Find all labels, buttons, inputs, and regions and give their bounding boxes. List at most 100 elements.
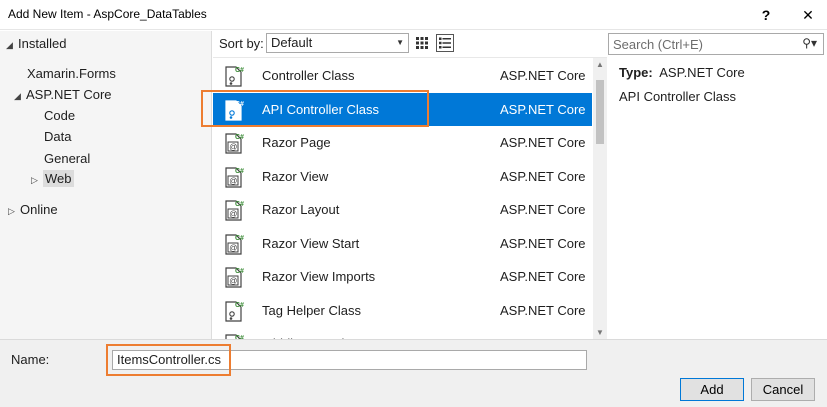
razor-file-icon: C# @ [224, 131, 244, 155]
list-view-icon [439, 37, 451, 49]
cancel-button[interactable]: Cancel [751, 378, 815, 401]
tree-node-label: Code [44, 108, 76, 123]
tree-node-label: Web [43, 170, 74, 187]
template-row[interactable]: C# API Controller Class ASP.NET Core [213, 92, 592, 126]
template-name: Razor View [262, 168, 329, 184]
tree-node-label: General [44, 151, 91, 166]
template-category: ASP.NET Core [500, 269, 586, 284]
grid-view-button[interactable] [413, 34, 431, 52]
template-name: API Controller Class [262, 101, 380, 117]
tree-node-installed[interactable]: ◢ Installed [6, 36, 66, 51]
close-button[interactable]: ✕ [790, 2, 826, 28]
svg-text:@: @ [229, 210, 237, 219]
tree-node-general[interactable]: General [44, 151, 90, 166]
template-category: ASP.NET Core [500, 68, 586, 83]
search-box[interactable]: Search (Ctrl+E) ⚲▾ [608, 33, 824, 55]
add-button[interactable]: Add [680, 378, 744, 401]
template-row[interactable]: C# @ Razor Layout ASP.NET Core [213, 193, 592, 226]
template-category: ASP.NET Core [500, 235, 586, 251]
svg-text:@: @ [229, 176, 237, 185]
tree-node-web[interactable]: ▷ Web [31, 170, 74, 187]
name-label: Name: [11, 352, 50, 367]
expanded-arrow-icon: ◢ [6, 40, 13, 50]
tree-node-label: Online [20, 202, 58, 217]
name-field-value: ItemsController.cs [117, 352, 222, 367]
template-category: ASP.NET Core [500, 101, 586, 117]
template-category: ASP.NET Core [500, 168, 586, 184]
search-icon: ⚲▾ [802, 36, 817, 50]
scrollbar-thumb[interactable] [596, 80, 604, 144]
expanded-arrow-icon: ◢ [14, 91, 21, 101]
window-title: Add New Item - AspCore_DataTables [8, 7, 207, 21]
search-placeholder: Search (Ctrl+E) [613, 37, 703, 52]
template-row[interactable]: C# @ Razor View Imports ASP.NET Core [213, 260, 592, 293]
template-name: Razor Layout [262, 202, 340, 217]
collapsed-arrow-icon: ▷ [8, 206, 15, 216]
grid-view-icon [416, 37, 428, 49]
svg-text:C#: C# [235, 201, 244, 208]
template-category: ASP.NET Core [500, 135, 586, 150]
razor-file-icon: C# @ [224, 265, 244, 289]
help-button[interactable]: ? [748, 2, 784, 28]
csharp-class-icon: C# [224, 332, 244, 339]
tree-node-data[interactable]: Data [44, 129, 71, 144]
template-row[interactable]: C# @ Razor View Start ASP.NET Core [213, 227, 592, 260]
svg-text:@: @ [229, 277, 237, 286]
razor-file-icon: C# @ [224, 198, 244, 222]
title-bar: Add New Item - AspCore_DataTables ? ✕ [0, 0, 827, 30]
tree-node-xamarin-forms[interactable]: Xamarin.Forms [27, 66, 116, 81]
tree-node-aspnet-core[interactable]: ◢ ASP.NET Core [14, 87, 112, 102]
svg-text:C#: C# [235, 67, 244, 74]
svg-text:C#: C# [235, 134, 244, 141]
template-row[interactable]: C# @ Razor View ASP.NET Core [213, 160, 592, 193]
list-view-button[interactable] [436, 34, 454, 52]
template-category: ASP.NET Core [500, 202, 586, 217]
svg-text:@: @ [229, 143, 237, 152]
csharp-class-icon: C# [224, 299, 244, 323]
template-row[interactable]: C# @ Razor Page ASP.NET Core [213, 126, 592, 159]
toolbar: Sort by: Default ▼ Search (Ctrl+E) ⚲▾ [213, 31, 827, 57]
tree-node-label: Xamarin.Forms [27, 66, 116, 81]
template-name: Razor View Imports [262, 269, 376, 284]
sort-by-dropdown[interactable]: Default ▼ [266, 33, 409, 53]
tree-node-online[interactable]: ▷ Online [8, 202, 58, 217]
tree-node-label: Data [44, 129, 72, 144]
svg-text:C#: C# [235, 101, 244, 108]
name-field[interactable]: ItemsController.cs [112, 350, 587, 370]
template-list: C# Controller Class ASP.NET Core C# API C… [213, 57, 607, 339]
svg-text:C#: C# [235, 235, 244, 242]
template-list-scrollbar[interactable]: ▲ ▼ [593, 58, 607, 339]
sort-by-label: Sort by: [219, 36, 264, 51]
template-row[interactable]: C# Middleware ClassASP.NET Core [213, 327, 592, 339]
csharp-class-icon: C# [224, 98, 244, 122]
svg-text:C#: C# [235, 268, 244, 275]
svg-text:C#: C# [235, 168, 244, 175]
csharp-class-icon: C# [224, 64, 244, 88]
svg-text:@: @ [229, 243, 237, 252]
details-pane: Type: ASP.NET Core API Controller Class [607, 57, 827, 339]
footer-bar: Name: ItemsController.cs Add Cancel [0, 339, 827, 407]
details-description: API Controller Class [619, 89, 737, 104]
template-name: Tag Helper Class [262, 302, 361, 318]
tree-node-code[interactable]: Code [44, 108, 75, 123]
tree-node-label: ASP.NET Core [26, 87, 112, 102]
template-category: ASP.NET Core [500, 302, 586, 318]
template-row[interactable]: C# Tag Helper Class ASP.NET Core [213, 294, 592, 327]
template-category-tree: ◢ Installed Xamarin.Forms ◢ ASP.NET Core C… [0, 31, 212, 339]
scroll-down-arrow-icon[interactable]: ▼ [596, 328, 604, 337]
razor-file-icon: C# @ [224, 232, 244, 256]
sort-by-value: Default [271, 35, 313, 50]
collapsed-arrow-icon: ▷ [31, 175, 38, 185]
template-row[interactable]: C# Controller Class ASP.NET Core [213, 59, 592, 92]
tree-node-label: Installed [18, 36, 67, 51]
details-type-value: ASP.NET Core [659, 65, 745, 80]
template-name: Razor View Start [262, 235, 360, 251]
details-type-label: Type: [619, 65, 653, 80]
template-name: Controller Class [262, 68, 355, 83]
dropdown-arrow-icon: ▼ [396, 38, 404, 47]
razor-file-icon: C# @ [224, 165, 244, 189]
scroll-up-arrow-icon[interactable]: ▲ [596, 60, 604, 69]
details-type: Type: ASP.NET Core [619, 65, 745, 80]
svg-text:C#: C# [235, 302, 244, 309]
template-name: Razor Page [262, 135, 331, 150]
